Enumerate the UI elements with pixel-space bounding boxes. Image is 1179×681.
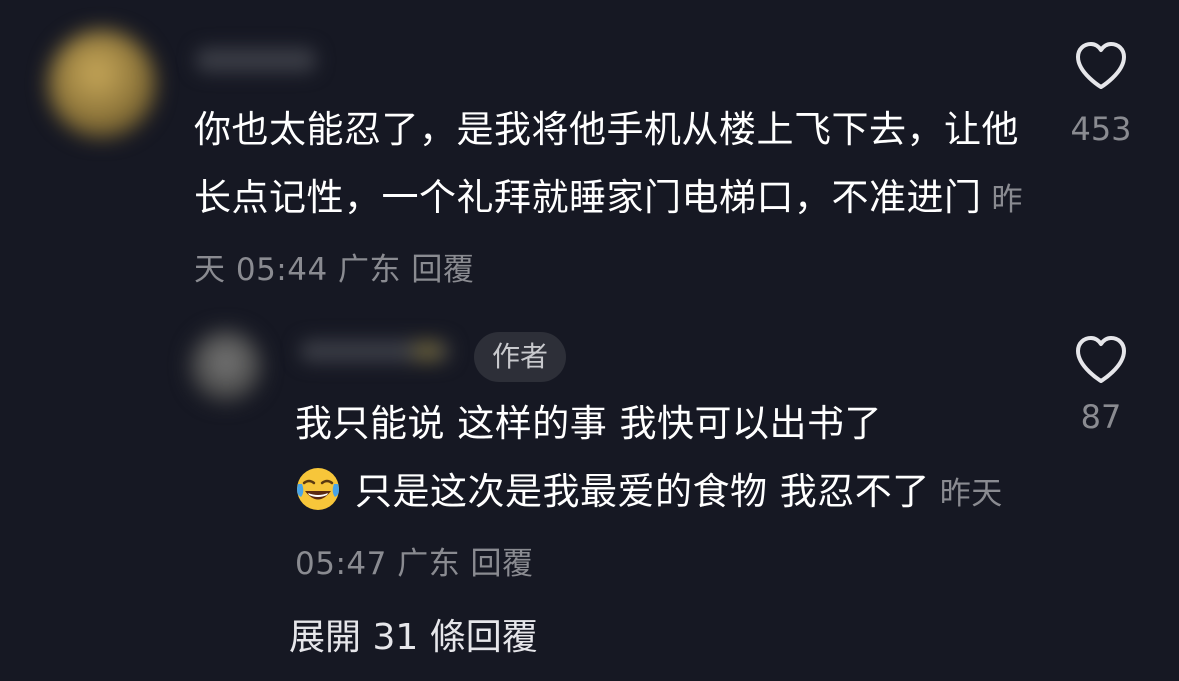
comment-text-segment: 只是这次是我最爱的食物 我忍不了 xyxy=(355,470,930,513)
comment-body: 你也太能忍了，是我将他手机从楼上飞下去，让他长点记性，一个礼拜就睡家门电梯口，不… xyxy=(194,96,1034,304)
heart-icon[interactable] xyxy=(1074,334,1128,386)
username-blurred[interactable] xyxy=(300,340,450,362)
heart-icon[interactable] xyxy=(1074,40,1128,92)
comment-body: 我只能说 这样的事 我快可以出书了 只是这次是我最爱的食物 我忍不了 昨天 05:… xyxy=(295,390,1015,598)
comment-text: 你也太能忍了，是我将他手机从楼上飞下去，让他长点记性，一个礼拜就睡家门电梯口，不… xyxy=(194,108,1019,219)
author-badge: 作者 xyxy=(474,332,567,382)
comment-text-line: 我只能说 这样的事 我快可以出书了 xyxy=(295,402,883,445)
like-count: 453 xyxy=(1070,110,1132,148)
like-count: 87 xyxy=(1080,398,1122,436)
comment-text-line: 只是这次是我最爱的食物 我忍不了 昨天 05:47 广东 回覆 xyxy=(295,458,1015,598)
like-button[interactable]: 87 xyxy=(1051,334,1151,436)
avatar[interactable] xyxy=(48,30,156,138)
avatar[interactable] xyxy=(190,330,262,402)
username-blurred[interactable] xyxy=(196,48,316,72)
tears-of-joy-emoji xyxy=(297,468,339,510)
like-button[interactable]: 453 xyxy=(1051,40,1151,148)
comment-section: 你也太能忍了，是我将他手机从楼上飞下去，让他长点记性，一个礼拜就睡家门电梯口，不… xyxy=(0,0,1179,681)
expand-replies-button[interactable]: 展開 31 條回覆 xyxy=(289,608,538,668)
